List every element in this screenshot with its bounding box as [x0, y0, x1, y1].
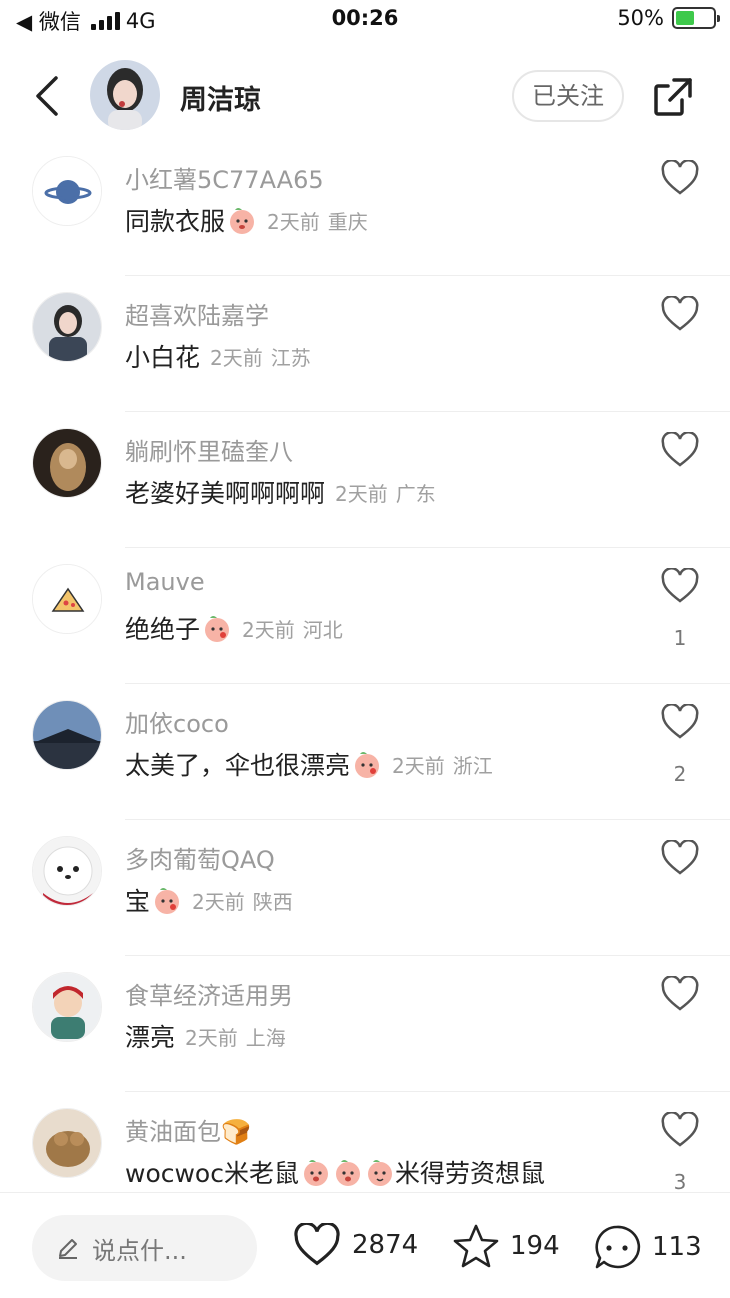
comment-location: 河北	[302, 617, 343, 642]
comment-body: 绝绝子	[125, 615, 201, 644]
header: 周洁琼 已关注	[0, 56, 730, 136]
comment-button[interactable]: 113	[592, 1223, 702, 1271]
comment-input[interactable]: 说点什...	[32, 1215, 257, 1281]
commenter-name[interactable]: 躺刷怀里磕奎八	[125, 432, 293, 467]
comment-text: 同款衣服 2天前 重庆	[125, 202, 368, 238]
comment-body: 宝	[125, 887, 151, 916]
comment-item[interactable]: Mauve 绝绝子 2天前 河北 1	[0, 548, 730, 684]
heart-icon[interactable]	[660, 568, 700, 604]
comment-text: 漂亮 2天前 上海	[125, 1018, 286, 1054]
comment-body: 太美了，伞也很漂亮	[125, 751, 351, 780]
like-count: 2	[673, 762, 687, 786]
comment-location: 重庆	[327, 209, 368, 234]
commenter-avatar[interactable]	[32, 564, 102, 634]
battery-percent: 50%	[617, 6, 664, 30]
comment-time: 2天前	[192, 889, 245, 914]
comment-text: 绝绝子 2天前 河北	[125, 610, 343, 646]
share-icon[interactable]	[652, 76, 694, 118]
comment-time: 2天前	[242, 617, 295, 642]
comment-time: 2天前	[210, 345, 263, 370]
comment-input-placeholder: 说点什...	[92, 1236, 187, 1265]
commenter-avatar[interactable]	[32, 156, 102, 226]
commenter-avatar[interactable]	[32, 836, 102, 906]
comment-body: 同款衣服	[125, 207, 226, 236]
comment-text: 小白花 2天前 江苏	[125, 338, 311, 374]
commenter-avatar[interactable]	[32, 1108, 102, 1178]
comment-time: 2天前	[267, 209, 320, 234]
peach-emoji-icon	[355, 752, 380, 778]
comment-total: 113	[652, 1232, 702, 1262]
peach-emoji-icon	[303, 1160, 328, 1186]
heart-icon[interactable]	[660, 296, 700, 332]
comment-item[interactable]: 小红薯5C77AA65 同款衣服 2天前 重庆	[0, 140, 730, 276]
comment-body: 漂亮	[125, 1023, 176, 1052]
comment-item[interactable]: 食草经济适用男 漂亮 2天前 上海	[0, 956, 730, 1092]
like-count: 1	[673, 626, 687, 650]
comment-time: 2天前	[335, 481, 388, 506]
author-avatar[interactable]	[90, 60, 160, 130]
comment-location: 陕西	[252, 889, 293, 914]
peach-emoji-icon	[155, 888, 180, 914]
commenter-avatar[interactable]	[32, 700, 102, 770]
commenter-name[interactable]: 食草经济适用男	[125, 976, 293, 1011]
heart-icon[interactable]	[660, 840, 700, 876]
comment-bubble-icon	[595, 1225, 641, 1269]
bottom-action-bar: 说点什... 2874 194 113	[0, 1192, 730, 1298]
commenter-name[interactable]: 黄油面包🍞	[125, 1112, 251, 1147]
peach-emoji-icon	[367, 1160, 392, 1186]
comment-item[interactable]: 加依coco 太美了，伞也很漂亮 2天前 浙江 2	[0, 684, 730, 820]
comment-text: 太美了，伞也很漂亮 2天前 浙江	[125, 746, 493, 782]
commenter-avatar[interactable]	[32, 972, 102, 1042]
comment-location: 上海	[245, 1025, 286, 1050]
collect-button[interactable]: 194	[452, 1223, 560, 1269]
comment-location: 浙江	[452, 753, 493, 778]
comment-text: 宝 2天前 陕西	[125, 882, 293, 918]
commenter-name[interactable]: 多肉葡萄QAQ	[125, 840, 275, 875]
comment-item[interactable]: 多肉葡萄QAQ 宝 2天前 陕西	[0, 820, 730, 956]
comment-list: 小红薯5C77AA65 同款衣服 2天前 重庆 超喜欢陆嘉学 小白花 2天前 江…	[0, 140, 730, 1228]
comment-item[interactable]: 躺刷怀里磕奎八 老婆好美啊啊啊啊 2天前 广东	[0, 412, 730, 548]
comment-body: 小白花	[125, 343, 201, 372]
comment-body-continued: 米得劳资想鼠	[394, 1159, 545, 1188]
heart-icon[interactable]	[660, 976, 700, 1012]
commenter-name[interactable]: Mauve	[125, 568, 205, 596]
like-button[interactable]: 2874	[292, 1223, 418, 1267]
peach-emoji-icon	[205, 616, 230, 642]
status-right: 50%	[617, 6, 720, 30]
pencil-icon	[59, 1239, 77, 1259]
commenter-name[interactable]: 超喜欢陆嘉学	[125, 296, 269, 331]
comment-time: 2天前	[392, 753, 445, 778]
comment-location: 广东	[395, 481, 436, 506]
heart-icon[interactable]	[660, 704, 700, 740]
back-icon[interactable]	[30, 74, 66, 118]
collect-total: 194	[510, 1231, 560, 1261]
like-count: 3	[673, 1170, 687, 1194]
comment-item[interactable]: 超喜欢陆嘉学 小白花 2天前 江苏	[0, 276, 730, 412]
like-total: 2874	[352, 1230, 419, 1260]
page-title: 周洁琼	[180, 85, 261, 116]
peach-emoji-icon	[230, 208, 255, 234]
comment-body: 老婆好美啊啊啊啊	[125, 479, 326, 508]
commenter-name[interactable]: 加依coco	[125, 704, 229, 739]
heart-icon[interactable]	[660, 160, 700, 196]
comment-text: 老婆好美啊啊啊啊 2天前 广东	[125, 474, 436, 510]
status-bar: ◀ 微信 4G 00:26 50%	[0, 0, 730, 40]
heart-icon[interactable]	[660, 432, 700, 468]
comment-time: 2天前	[185, 1025, 238, 1050]
heart-icon[interactable]	[660, 1112, 700, 1148]
star-icon	[453, 1224, 499, 1268]
comment-location: 江苏	[270, 345, 311, 370]
commenter-avatar[interactable]	[32, 292, 102, 362]
peach-emoji-icon	[335, 1160, 360, 1186]
battery-icon	[672, 7, 720, 29]
comment-body: wocwoc米老鼠	[125, 1159, 299, 1188]
heart-icon	[294, 1223, 340, 1266]
commenter-avatar[interactable]	[32, 428, 102, 498]
comment-text: wocwoc米老鼠 米得劳资想鼠	[125, 1154, 545, 1190]
follow-button[interactable]: 已关注	[512, 70, 624, 122]
commenter-name[interactable]: 小红薯5C77AA65	[125, 160, 324, 195]
